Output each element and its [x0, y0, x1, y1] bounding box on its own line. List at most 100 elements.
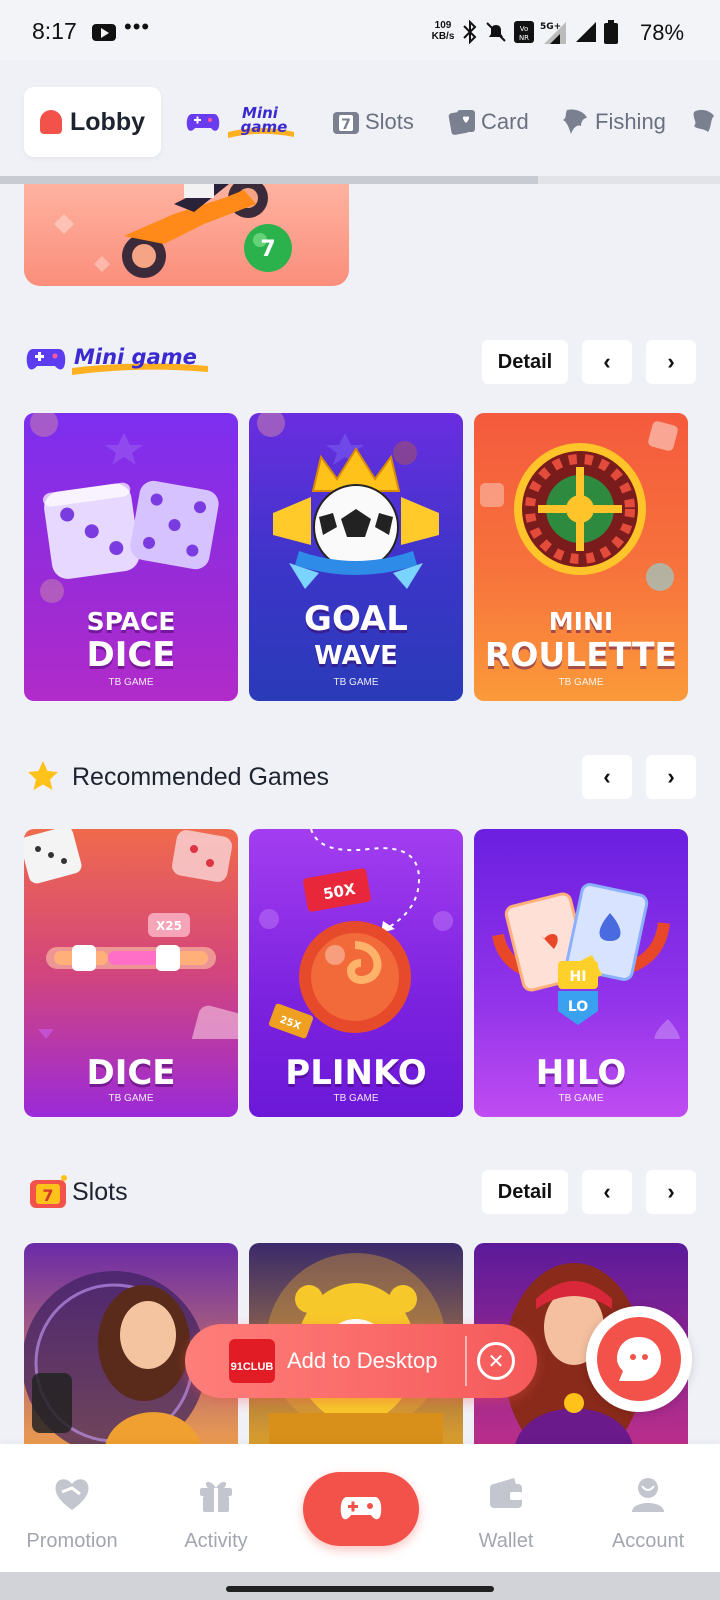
tab-fishing[interactable]: Fishing — [561, 87, 666, 157]
slots-prev-button[interactable]: ‹ — [582, 1170, 632, 1214]
game-title-line1: GOAL — [304, 599, 408, 639]
recommended-next-button[interactable]: › — [646, 755, 696, 799]
game-title-line2: ROULETTE — [484, 635, 678, 674]
slots-title: Slots — [72, 1178, 128, 1206]
mini-game-title-logo: Mini game — [72, 345, 208, 375]
tab-slots-label: Slots — [365, 109, 414, 134]
game-card-goal-wave[interactable]: GOAL WAVE TB GAME — [249, 413, 463, 701]
category-tabs: Lobby Mini game 7 Slots Card Fishing — [0, 60, 720, 184]
mini-game-logo-text: Mini game — [228, 104, 294, 138]
nav-activity[interactable]: Activity — [144, 1444, 288, 1572]
game-title: HILO — [535, 1053, 627, 1093]
chevron-left-icon: ‹ — [603, 1179, 611, 1204]
game-title: DICE — [86, 1053, 176, 1093]
game-title-line2: DICE — [86, 635, 176, 675]
nav-game-button[interactable] — [303, 1472, 419, 1546]
card-icon — [448, 110, 475, 135]
football-crown-illustration — [257, 413, 439, 589]
tab-mini-game[interactable]: Mini game — [186, 87, 296, 157]
game-title-line2: WAVE — [314, 641, 398, 671]
promotion-heart-icon — [55, 1479, 89, 1510]
status-bar: 8:17 ••• 109 KB/s Vo NR 5G+ 78% — [0, 0, 720, 60]
gamepad-icon — [340, 1497, 382, 1520]
game-card-dice[interactable]: X25 DICE TB GAME — [24, 829, 238, 1117]
nav-wallet[interactable]: Wallet — [434, 1444, 578, 1572]
chevron-right-icon: › — [667, 349, 675, 374]
dice-slider-illustration: X25 — [24, 829, 238, 1039]
customer-service-button[interactable] — [586, 1306, 692, 1412]
tab-fishing-label: Fishing — [595, 109, 666, 134]
bluetooth-icon — [463, 20, 477, 44]
mini-game-prev-button[interactable]: ‹ — [582, 340, 632, 384]
game-card-hilo[interactable]: HI LO HILO TB GAME — [474, 829, 688, 1117]
nav-promotion-label: Promotion — [26, 1530, 118, 1552]
game-card-plinko[interactable]: 50X 25X PLINKO TB GAME — [249, 829, 463, 1117]
home-gesture-handle[interactable] — [226, 1586, 494, 1592]
mini-game-title: Mini game — [74, 345, 197, 369]
svg-text:NR: NR — [519, 34, 529, 42]
battery-icon — [604, 20, 618, 44]
network-speed-value: 109 — [434, 20, 452, 31]
bottom-navigation: Promotion Activity Wallet Account — [0, 1444, 720, 1572]
gamepad-icon — [26, 349, 66, 370]
game-provider: TB GAME — [333, 677, 379, 688]
chevron-right-icon: › — [667, 764, 675, 789]
featured-game-banner[interactable]: 7 — [24, 184, 349, 286]
close-icon: ✕ — [487, 1350, 505, 1373]
tab-card[interactable]: Card — [447, 87, 529, 157]
multiplier-badge: X25 — [156, 919, 182, 933]
volte-icon: VoNR — [514, 21, 534, 43]
game-card-mini-roulette[interactable]: MINI ROULETTE TB GAME — [474, 413, 688, 701]
game-provider: TB GAME — [558, 1093, 604, 1104]
slot-machine-icon: 7 — [30, 1175, 67, 1208]
chevron-left-icon: ‹ — [603, 764, 611, 789]
nav-promotion[interactable]: Promotion — [0, 1444, 144, 1572]
nav-account[interactable]: Account — [576, 1444, 720, 1572]
5g-signal-icon: 5G+ — [540, 22, 566, 44]
youtube-notification-icon — [92, 24, 116, 41]
slots-detail-button[interactable]: Detail — [482, 1170, 568, 1214]
app-logo: 91CLUB — [229, 1339, 275, 1383]
hi-badge: HI — [570, 969, 587, 985]
svg-text:game: game — [241, 118, 288, 136]
mute-icon — [486, 22, 506, 42]
close-add-to-desktop-button[interactable]: ✕ — [477, 1342, 515, 1380]
game-provider: TB GAME — [108, 1093, 154, 1104]
recommended-section-header: Recommended Games ‹ › — [24, 755, 696, 799]
tab-lobby[interactable]: Lobby — [24, 87, 161, 157]
status-time: 8:17 — [32, 18, 77, 44]
roulette-wheel-illustration — [480, 421, 678, 591]
recommended-title: Recommended Games — [72, 763, 330, 791]
svg-text:7: 7 — [42, 1186, 53, 1205]
more-category-icon — [693, 109, 714, 132]
network-speed-unit: KB/s — [431, 31, 455, 42]
add-to-desktop-bar[interactable]: 91CLUB Add to Desktop ✕ — [185, 1324, 537, 1398]
svg-text:7: 7 — [260, 237, 275, 262]
chevron-left-icon: ‹ — [603, 349, 611, 374]
game-provider: TB GAME — [333, 1093, 379, 1104]
mini-game-next-button[interactable]: › — [646, 340, 696, 384]
battery-percent: 78% — [640, 20, 685, 45]
gamepad-icon — [186, 114, 220, 131]
game-provider: TB GAME — [558, 677, 604, 688]
nav-activity-label: Activity — [184, 1530, 248, 1552]
lobby-icon — [40, 110, 62, 134]
tab-slots[interactable]: 7 Slots — [331, 87, 414, 157]
game-provider: TB GAME — [108, 677, 154, 688]
category-scroll-thumb[interactable] — [0, 176, 538, 184]
gift-icon — [200, 1481, 232, 1512]
account-avatar-icon — [632, 1478, 664, 1512]
mini-game-detail-button[interactable]: Detail — [482, 340, 568, 384]
slots-next-button[interactable]: › — [646, 1170, 696, 1214]
game-card-space-dice[interactable]: SPACE DICE TB GAME — [24, 413, 238, 701]
recommended-prev-button[interactable]: ‹ — [582, 755, 632, 799]
game-title: PLINKO — [285, 1053, 427, 1093]
network-speed: 109 KB/s — [428, 20, 458, 42]
svg-text:7: 7 — [341, 117, 351, 133]
plinko-ball-illustration: 50X 25X — [259, 829, 453, 1039]
slots-section-header: 7 Slots Detail ‹ › — [24, 1170, 696, 1214]
slots-icon: 7 — [333, 112, 359, 134]
tab-more-partial[interactable] — [690, 87, 720, 157]
more-notifications-icon: ••• — [124, 14, 151, 39]
svg-text:Vo: Vo — [520, 25, 529, 33]
